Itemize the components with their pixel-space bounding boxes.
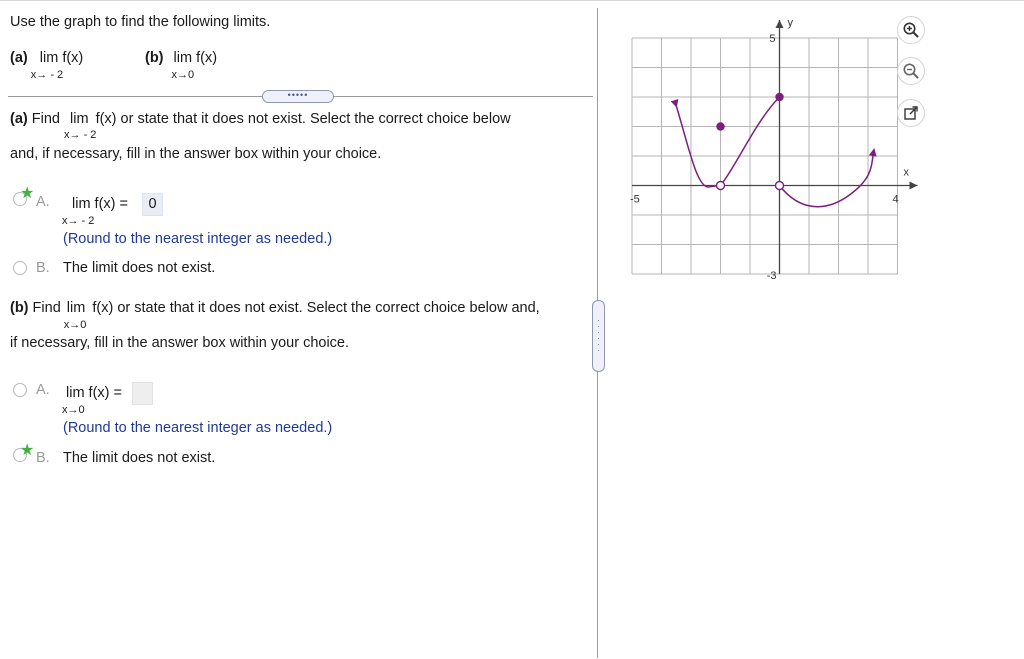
graph-grid: [631, 37, 898, 275]
part-b-choice-a-sub: x→0: [62, 404, 85, 416]
expand-more-button[interactable]: •••••: [262, 90, 334, 103]
open-point: [774, 180, 785, 191]
part-b-fx-text: f(x) or state that it does not exist. Se…: [92, 300, 540, 316]
curve-left-branch: [670, 98, 721, 188]
open-point: [715, 180, 726, 191]
part-b-summary-label: (b): [145, 50, 164, 66]
part-b-summary-lim: lim f(x): [173, 50, 218, 66]
x-axis-arrow: [909, 181, 918, 190]
popout-button[interactable]: [897, 99, 925, 127]
part-a-fx-text: f(x) or state that it does not exist. Se…: [95, 111, 511, 127]
part-a-line2: and, if necessary, fill in the answer bo…: [10, 146, 382, 162]
zoom-in-icon: [903, 22, 919, 38]
part-b-summary: (b) lim f(x) x→0: [145, 50, 218, 81]
part-b-lim: lim: [66, 300, 86, 316]
y-bottom-tick-label: -3: [767, 270, 777, 282]
function-graph: y x 5 -3 -5 4: [630, 17, 918, 282]
popout-icon: [904, 106, 918, 120]
x-axis-label: x: [904, 167, 910, 179]
part-a-choice-a-letter: A.: [36, 194, 50, 210]
part-a-summary: (a) lim f(x) x→ - 2: [10, 50, 84, 81]
part-b-choice-a-letter: A.: [36, 382, 50, 398]
part-b-answer-box[interactable]: [132, 382, 153, 405]
part-b-choice-a-lim: lim f(x) = x→0: [62, 385, 122, 416]
question-prompt: Use the graph to find the following limi…: [10, 14, 271, 30]
y-axis-arrow: [775, 20, 784, 28]
part-a-summary-lim: lim f(x): [39, 50, 84, 66]
part-a-choice-a-sub: x→ - 2: [62, 215, 95, 227]
part-b-choice-a-lim-text: lim f(x) =: [66, 385, 122, 401]
part-b-line2: if necessary, fill in the answer box wit…: [10, 335, 350, 351]
x-right-tick-label: 4: [893, 194, 899, 206]
part-b-summary-sub: x→0: [171, 69, 195, 81]
part-b-sub: x→0: [63, 319, 87, 331]
correct-star-icon: ★: [20, 442, 35, 459]
part-a-choice-a-lim: lim f(x) = x→ - 2: [62, 196, 128, 227]
closed-point: [716, 122, 725, 131]
zoom-out-icon: [903, 63, 919, 79]
part-b-label: (b): [10, 300, 29, 316]
graph-axes: [632, 20, 918, 274]
part-a-summary-sub: x→ - 2: [30, 69, 64, 81]
x-left-tick-label: -5: [630, 194, 640, 206]
y-axis-label: y: [788, 17, 794, 29]
part-a-sub: x→ - 2: [64, 129, 97, 141]
part-b-find: Find: [32, 300, 61, 316]
part-a-instruction: (a) Find lim x→ - 2 f(x) or state that i…: [10, 111, 511, 141]
y-top-tick-label: 5: [769, 33, 775, 45]
part-a-choice-a-lim-text: lim f(x) =: [72, 196, 128, 212]
part-a-lim: lim: [70, 111, 89, 127]
pane-splitter-handle[interactable]: · · · · · ·: [592, 300, 605, 372]
part-a-find: Find: [31, 111, 60, 127]
part-b-round-hint: (Round to the nearest integer as needed.…: [63, 420, 333, 436]
part-b-choice-a-radio[interactable]: [13, 383, 27, 397]
curve-right-branch: [778, 148, 877, 208]
top-border: [0, 0, 1024, 1]
part-a-choice-b-radio[interactable]: [13, 261, 27, 275]
part-a-round-hint: (Round to the nearest integer as needed.…: [63, 231, 333, 247]
part-a-label: (a): [10, 111, 28, 127]
part-b-choice-b-text[interactable]: The limit does not exist.: [63, 450, 215, 466]
part-a-summary-label: (a): [10, 50, 28, 66]
correct-star-icon: ★: [20, 185, 35, 202]
part-b-choice-b-letter: B.: [36, 450, 50, 466]
part-a-choice-b-text[interactable]: The limit does not exist.: [63, 260, 215, 276]
zoom-in-button[interactable]: [897, 16, 925, 44]
part-b-instruction: (b) Find lim x→0 f(x) or state that it d…: [10, 300, 540, 331]
part-a-choice-b-letter: B.: [36, 260, 50, 276]
part-a-answer-box[interactable]: 0: [142, 193, 163, 216]
zoom-out-button[interactable]: [897, 57, 925, 85]
closed-point: [775, 92, 784, 102]
